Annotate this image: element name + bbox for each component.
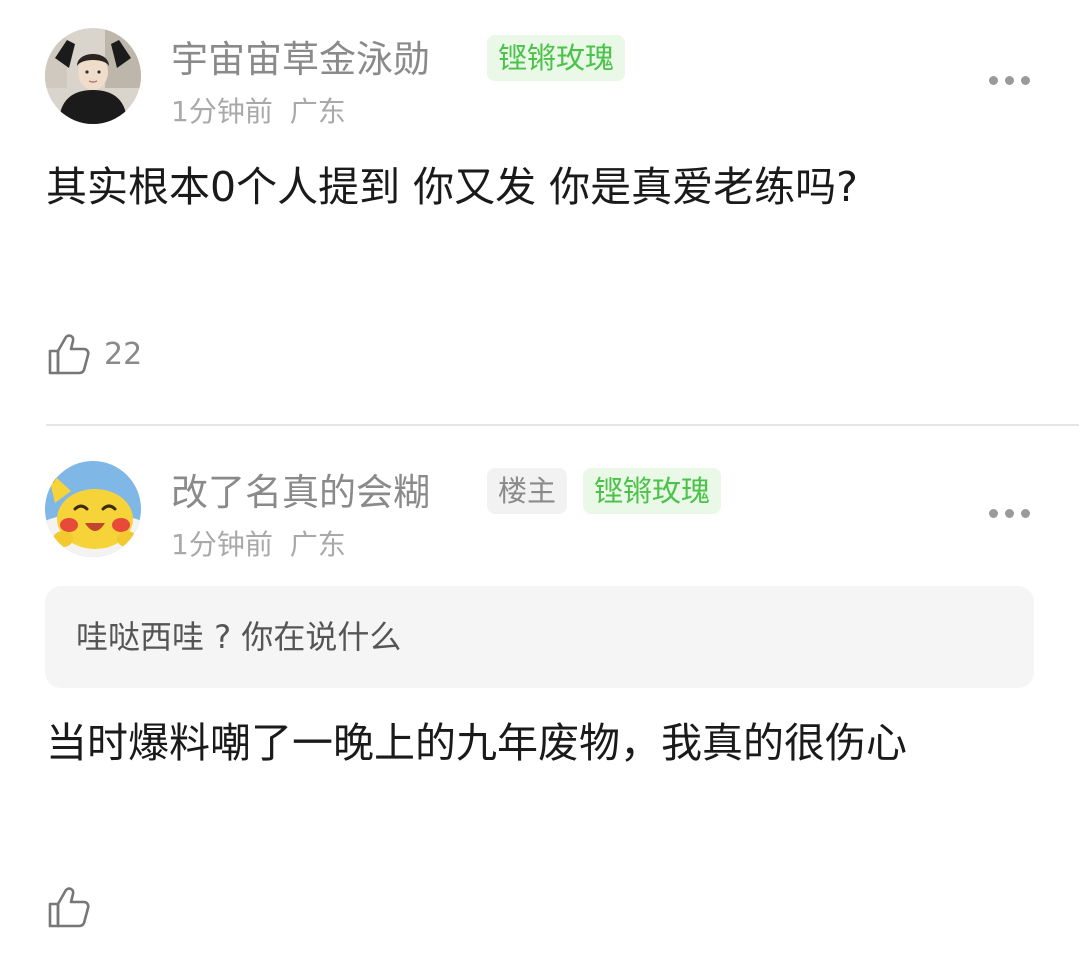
comment-item: 改了名真的会糊 楼主 铿锵玫瑰 1分钟前 广东 哇哒西哇 ? 你在说什么 当时爆… bbox=[0, 426, 1079, 955]
like-count: 22 bbox=[104, 337, 143, 372]
comment-item: 宇宙宙草金泳勋 铿锵玫瑰 1分钟前 广东 其实根本0个人提到 你又发 你是真爱老… bbox=[0, 0, 1079, 424]
thumbs-up-icon bbox=[48, 887, 90, 928]
username[interactable]: 宇宙宙草金泳勋 bbox=[171, 37, 430, 83]
person-photo-avatar bbox=[45, 28, 141, 124]
like-button[interactable]: 22 bbox=[46, 331, 166, 381]
username[interactable]: 改了名真的会糊 bbox=[171, 470, 430, 516]
comment-time: 1分钟前 bbox=[171, 95, 273, 128]
quoted-text: 哇哒西哇 ? 你在说什么 bbox=[76, 618, 402, 656]
more-dots-icon[interactable] bbox=[987, 73, 1033, 87]
comment-text: 其实根本0个人提到 你又发 你是真爱老练吗? bbox=[46, 163, 858, 211]
user-avatar[interactable] bbox=[45, 28, 141, 124]
comment-location: 广东 bbox=[289, 528, 346, 561]
more-dots-icon[interactable] bbox=[987, 506, 1033, 520]
thumbs-up-icon bbox=[48, 334, 90, 375]
comment-time: 1分钟前 bbox=[171, 528, 273, 561]
comment-meta: 1分钟前 广东 bbox=[171, 527, 346, 563]
like-button[interactable] bbox=[46, 884, 106, 934]
pikachu-avatar bbox=[45, 461, 141, 557]
comment-location: 广东 bbox=[289, 95, 346, 128]
user-badge: 铿锵玫瑰 bbox=[583, 468, 722, 514]
op-tag: 楼主 bbox=[487, 468, 568, 514]
quoted-reply[interactable]: 哇哒西哇 ? 你在说什么 bbox=[45, 586, 1034, 688]
comment-text: 当时爆料嘲了一晚上的九年废物，我真的很伤心 bbox=[46, 719, 907, 767]
user-badge: 铿锵玫瑰 bbox=[487, 35, 626, 81]
user-avatar[interactable] bbox=[45, 461, 141, 557]
comment-meta: 1分钟前 广东 bbox=[171, 94, 346, 130]
